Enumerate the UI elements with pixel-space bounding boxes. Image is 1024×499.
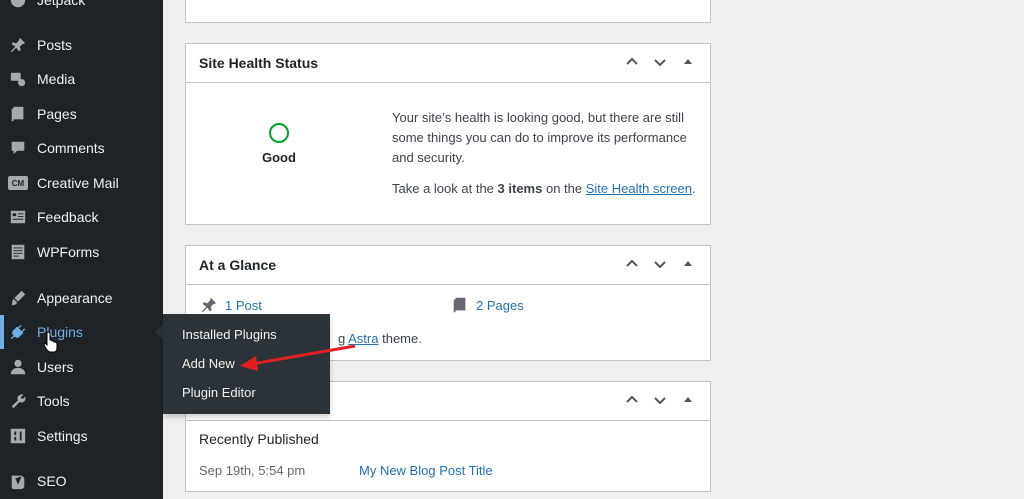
glance-pages[interactable]: 2 Pages <box>451 296 524 314</box>
hand-cursor-icon <box>43 331 58 353</box>
move-down-icon[interactable] <box>652 256 668 272</box>
sidebar-item-label: Appearance <box>37 290 113 306</box>
paintbrush-icon <box>8 288 28 308</box>
panel-title: At a Glance <box>199 257 277 273</box>
pushpin-icon <box>8 35 28 55</box>
sidebar-item-label: Pages <box>37 106 77 122</box>
sidebar-item-label: Comments <box>37 140 105 156</box>
panel-title: Site Health Status <box>199 55 319 71</box>
move-up-icon[interactable] <box>624 54 640 70</box>
site-health-panel: Site Health Status Good Your site’s heal… <box>185 43 711 225</box>
health-description: Your site’s health is looking good, but … <box>392 110 687 165</box>
sidebar-item-label: Settings <box>37 428 88 444</box>
sidebar-item-appearance[interactable]: Appearance <box>0 281 163 315</box>
sidebar-item-media[interactable]: Media <box>0 62 163 96</box>
wrench-icon <box>8 391 28 411</box>
move-up-icon[interactable] <box>624 256 640 272</box>
toggle-panel-icon[interactable] <box>680 54 696 70</box>
sidebar-item-label: Feedback <box>37 209 99 225</box>
jetpack-icon <box>8 0 28 10</box>
submenu-add-new[interactable]: Add New <box>182 356 235 371</box>
pushpin-icon <box>201 297 217 313</box>
sidebar-item-label: SEO <box>37 473 67 489</box>
items-count: 3 items <box>497 181 543 196</box>
admin-sidebar: Jetpack Posts Media Pages Comments CM Cr… <box>0 0 163 499</box>
activity-date: Sep 19th, 5:54 pm <box>199 463 306 478</box>
pages-icon <box>8 104 28 124</box>
sidebar-item-label: Tools <box>37 393 70 409</box>
health-status-label: Good <box>262 150 296 165</box>
sidebar-item-jetpack[interactable]: Jetpack <box>0 0 163 17</box>
panel-header: At a Glance <box>186 246 710 285</box>
yoast-icon <box>8 471 28 491</box>
activity-post-link[interactable]: My New Blog Post Title <box>359 463 493 478</box>
annotation-arrow <box>240 344 356 371</box>
plug-icon <box>8 322 28 342</box>
sidebar-item-settings[interactable]: Settings <box>0 419 163 453</box>
settings-icon <box>8 426 28 446</box>
sidebar-item-label: Creative Mail <box>37 175 119 191</box>
creative-mail-icon: CM <box>8 173 28 193</box>
move-down-icon[interactable] <box>652 392 668 408</box>
sidebar-item-label: WPForms <box>37 244 100 260</box>
sidebar-item-feedback[interactable]: Feedback <box>0 200 163 234</box>
move-down-icon[interactable] <box>652 54 668 70</box>
media-icon <box>8 69 28 89</box>
toggle-panel-icon[interactable] <box>680 256 696 272</box>
sidebar-item-label: Posts <box>37 37 73 53</box>
recently-published-heading: Recently Published <box>199 431 319 447</box>
sidebar-item-posts[interactable]: Posts <box>0 28 163 62</box>
flyout-arrow <box>155 324 163 340</box>
submenu-plugin-editor[interactable]: Plugin Editor <box>182 385 256 400</box>
comments-icon <box>8 138 28 158</box>
sidebar-item-wpforms[interactable]: WPForms <box>0 235 163 269</box>
site-health-link[interactable]: Site Health screen <box>586 181 692 196</box>
users-icon <box>8 357 28 377</box>
move-up-icon[interactable] <box>624 392 640 408</box>
sidebar-item-label: Media <box>37 71 76 87</box>
sidebar-item-seo[interactable]: SEO <box>0 464 163 498</box>
sidebar-item-tools[interactable]: Tools <box>0 384 163 418</box>
sidebar-item-plugins[interactable]: Plugins <box>0 315 163 349</box>
panel-header: Site Health Status <box>186 44 710 83</box>
wpforms-icon <box>8 242 28 262</box>
pages-icon <box>453 297 466 313</box>
toggle-panel-icon[interactable] <box>680 392 696 408</box>
sidebar-item-pages[interactable]: Pages <box>0 97 163 131</box>
health-status-ring <box>269 123 289 143</box>
health-summary: Take a look at the 3 items on the Site H… <box>392 181 696 196</box>
glance-posts[interactable]: 1 Post <box>200 296 262 314</box>
sidebar-item-users[interactable]: Users <box>0 350 163 384</box>
sidebar-item-comments[interactable]: Comments <box>0 131 163 165</box>
sidebar-item-label: Jetpack <box>37 0 86 8</box>
feedback-icon <box>8 207 28 227</box>
sidebar-item-creative-mail[interactable]: CM Creative Mail <box>0 166 163 200</box>
previous-panel <box>185 0 711 23</box>
sidebar-item-label: Users <box>37 359 74 375</box>
